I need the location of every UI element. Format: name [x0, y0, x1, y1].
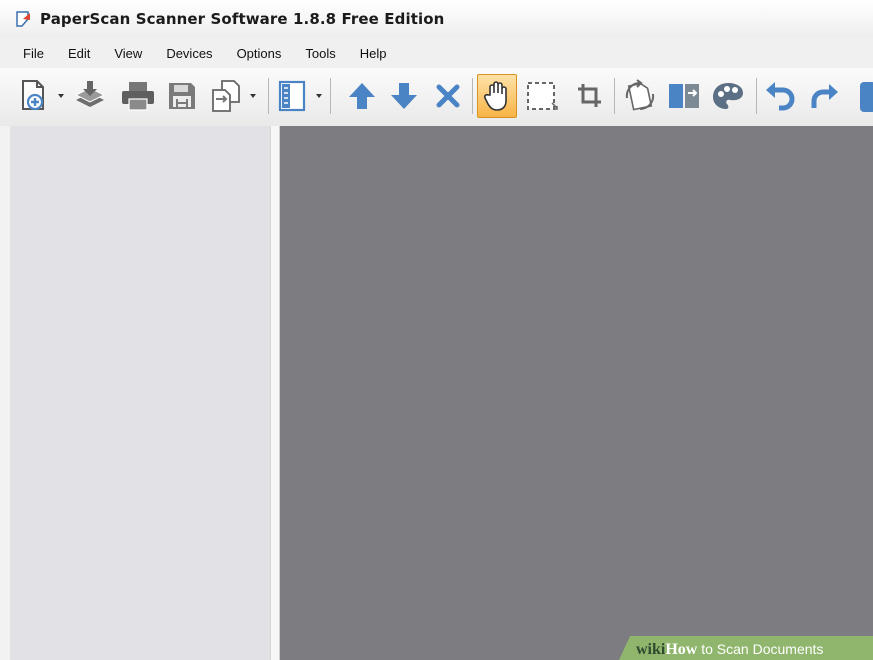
toolbar [0, 68, 873, 127]
app-window: PaperScan Scanner Software 1.8.8 Free Ed… [0, 0, 873, 660]
print-button[interactable] [118, 74, 158, 118]
arrow-down-icon [389, 80, 419, 112]
toolbar-separator [614, 78, 615, 114]
document-viewer[interactable] [280, 126, 873, 660]
menu-tools[interactable]: Tools [305, 46, 335, 61]
scan-button[interactable] [70, 74, 110, 118]
print-icon [119, 78, 157, 114]
watermark-how: How [665, 641, 698, 658]
crop-icon [575, 81, 605, 111]
title-bar: PaperScan Scanner Software 1.8.8 Free Ed… [0, 0, 873, 39]
menu-devices[interactable]: Devices [166, 46, 212, 61]
move-down-button[interactable] [384, 74, 424, 118]
new-document-icon [17, 78, 51, 114]
redo-icon [807, 80, 841, 112]
thumbnail-pane[interactable] [10, 126, 270, 660]
window-title: PaperScan Scanner Software 1.8.8 Free Ed… [40, 10, 445, 28]
toolbar-separator [268, 78, 269, 114]
scan-stack-icon [72, 78, 108, 114]
new-document-button[interactable] [14, 74, 54, 118]
rotate-icon [622, 78, 658, 114]
panel-layout-button[interactable] [272, 74, 312, 118]
arrow-up-icon [347, 80, 377, 112]
overflow-toolbar-button[interactable] [860, 82, 873, 112]
menu-view[interactable]: View [114, 46, 142, 61]
toolbar-separator [330, 78, 331, 114]
menu-help[interactable]: Help [360, 46, 387, 61]
delete-icon [434, 82, 462, 110]
flip-icon [666, 79, 702, 113]
color-palette-button[interactable] [708, 74, 748, 118]
pane-splitter[interactable] [270, 126, 280, 660]
watermark-text: wikiHow to Scan Documents [636, 638, 823, 660]
redo-button[interactable] [804, 74, 844, 118]
color-palette-icon [710, 79, 746, 113]
export-pages-button[interactable] [206, 74, 246, 118]
crop-button[interactable] [570, 74, 610, 118]
hand-pan-button[interactable] [477, 74, 517, 118]
save-icon [165, 79, 199, 113]
menu-bar: File Edit View Devices Options Tools Hel… [0, 38, 873, 69]
undo-button[interactable] [760, 74, 800, 118]
menu-options[interactable]: Options [237, 46, 282, 61]
toolbar-separator [472, 78, 473, 114]
watermark-wiki: wiki [636, 641, 666, 658]
export-dropdown-icon[interactable] [250, 94, 256, 98]
toolbar-separator [756, 78, 757, 114]
hand-pan-icon [481, 79, 513, 113]
selection-icon [524, 79, 560, 113]
undo-icon [763, 80, 797, 112]
panel-layout-icon [276, 79, 308, 113]
layout-dropdown-icon[interactable] [316, 94, 322, 98]
export-pages-icon [208, 78, 244, 114]
selection-button[interactable] [522, 74, 562, 118]
menu-file[interactable]: File [23, 46, 44, 61]
window-left-border [0, 126, 10, 660]
save-button[interactable] [162, 74, 202, 118]
watermark-title: to Scan Documents [701, 641, 824, 657]
move-up-button[interactable] [342, 74, 382, 118]
rotate-button[interactable] [620, 74, 660, 118]
paperscan-logo-icon [14, 10, 32, 28]
menu-edit[interactable]: Edit [68, 46, 90, 61]
flip-button[interactable] [664, 74, 704, 118]
delete-button[interactable] [428, 74, 468, 118]
new-document-dropdown-icon[interactable] [58, 94, 64, 98]
